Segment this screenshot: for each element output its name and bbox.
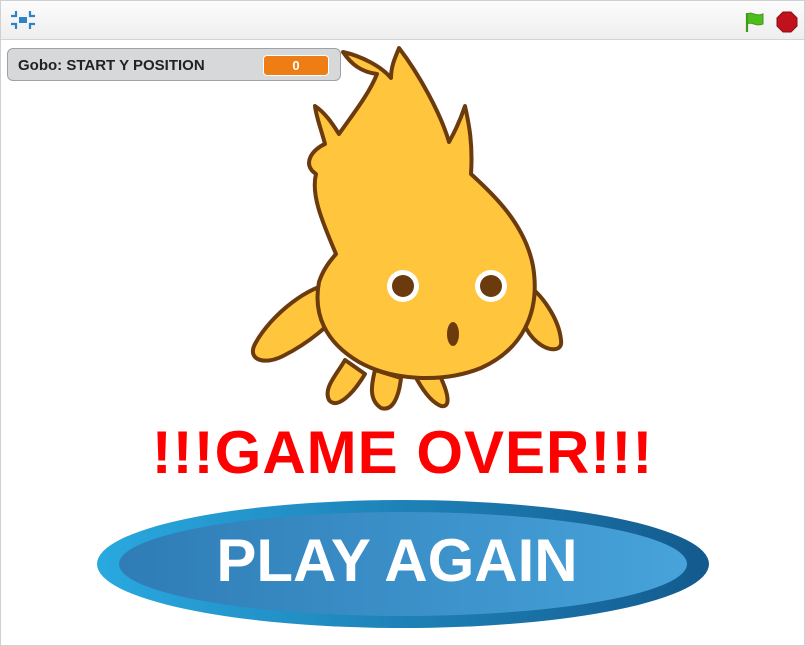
player-toolbar <box>1 1 804 40</box>
fullscreen-icon <box>11 11 35 29</box>
fullscreen-button[interactable] <box>9 9 37 31</box>
game-over-text: !!!GAME OVER!!! <box>151 419 654 486</box>
play-again-button[interactable]: PLAY AGAIN <box>97 498 713 630</box>
stop-sign-icon <box>776 11 798 33</box>
stop-button[interactable] <box>775 10 799 34</box>
gobo-sprite[interactable] <box>241 44 571 416</box>
stage[interactable]: Gobo: START Y POSITION 0 !!!GAME OVER!!!… <box>1 40 804 645</box>
monitor-label: Gobo: START Y POSITION <box>18 57 205 74</box>
project-player: Gobo: START Y POSITION 0 !!!GAME OVER!!!… <box>0 0 805 646</box>
play-again-label: PLAY AGAIN <box>216 527 578 594</box>
green-flag-icon <box>745 12 764 32</box>
green-flag-button[interactable] <box>743 10 767 34</box>
